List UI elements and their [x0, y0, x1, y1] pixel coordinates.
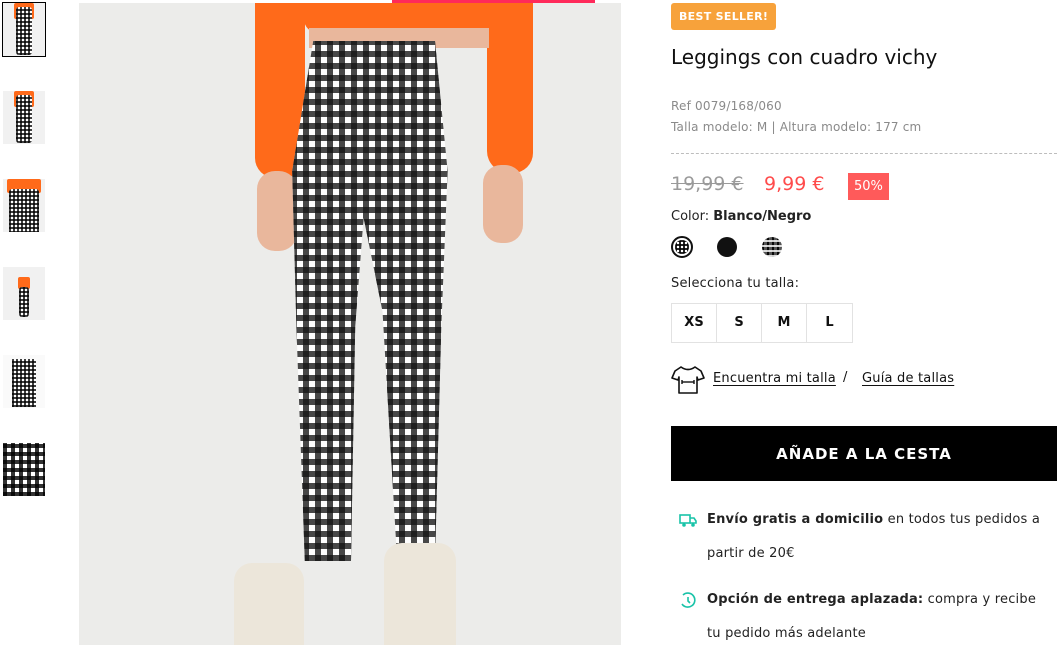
- size-xs[interactable]: XS: [672, 304, 717, 342]
- discount-badge: 50%: [848, 173, 889, 200]
- clock-icon: [681, 592, 696, 608]
- thumbnail-full-body[interactable]: [3, 267, 45, 320]
- size-m[interactable]: M: [762, 304, 807, 342]
- thumbnail-front-full[interactable]: [2, 2, 46, 57]
- size-guide-link[interactable]: Guía de tallas: [862, 371, 954, 386]
- color-selection-label: Color: Blanco/Negro: [671, 209, 811, 224]
- thumbnail-side[interactable]: [3, 91, 45, 144]
- thumbnail-flat[interactable]: [3, 355, 45, 408]
- size-label: Selecciona tu talla:: [671, 276, 800, 291]
- size-selector: XS S M L: [671, 303, 853, 343]
- truck-icon: [679, 514, 697, 527]
- size-s[interactable]: S: [717, 304, 762, 342]
- model-hand-left: [257, 171, 297, 251]
- thumbnail-back[interactable]: [3, 179, 45, 232]
- shipping-title: Envío gratis a domicilio: [707, 512, 884, 527]
- boot-right: [384, 543, 456, 645]
- size-l[interactable]: L: [807, 304, 852, 342]
- delivery-title: Opción de entrega aplazada:: [707, 592, 924, 607]
- thumbnail-fabric-detail[interactable]: [3, 443, 45, 496]
- original-price: 19,99 €: [671, 173, 744, 195]
- color-label: Color:: [671, 209, 710, 224]
- add-to-cart-button[interactable]: AÑADE A LA CESTA: [671, 426, 1057, 481]
- swatch-black[interactable]: [717, 237, 737, 257]
- size-help-row: Encuentra mi talla / Guía de tallas: [671, 363, 1057, 395]
- free-shipping-info: Envío gratis a domicilio en todos tus pe…: [679, 503, 1049, 571]
- model-arm-right: [487, 3, 533, 173]
- tshirt-measure-icon: [671, 366, 705, 394]
- divider: [671, 153, 1057, 154]
- deferred-delivery-info: Opción de entrega aplazada: compra y rec…: [679, 583, 1049, 645]
- product-reference: Ref 0079/168/060: [671, 99, 782, 113]
- product-main-image[interactable]: [79, 3, 621, 645]
- product-title: Leggings con cuadro vichy: [671, 45, 938, 69]
- model-size-info: Talla modelo: M | Altura modelo: 177 cm: [671, 120, 922, 134]
- top-accent-bar: [392, 0, 595, 3]
- link-separator: /: [843, 370, 848, 385]
- best-seller-badge: BEST SELLER!: [671, 3, 777, 30]
- model-hand-right: [483, 165, 523, 243]
- swatch-gingham-selected[interactable]: [671, 236, 693, 258]
- sale-price: 9,99 €: [764, 173, 825, 195]
- swatch-plaid[interactable]: [762, 237, 782, 257]
- color-value: Blanco/Negro: [713, 209, 812, 224]
- boot-left: [234, 563, 304, 645]
- find-my-size-link[interactable]: Encuentra mi talla: [713, 371, 836, 386]
